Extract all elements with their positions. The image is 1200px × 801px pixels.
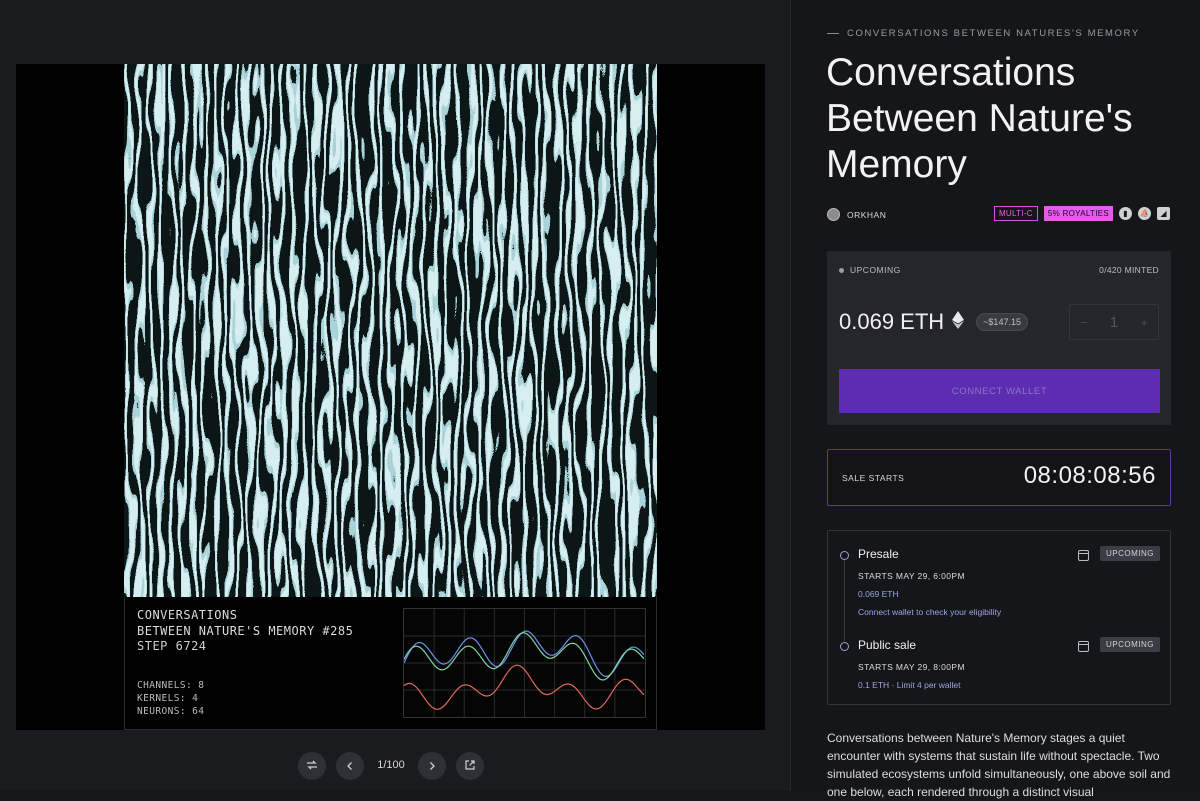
artwork-title: CONVERSATIONS BETWEEN NATURE'S MEMORY #2… [137, 607, 353, 639]
phase-start-time: STARTS MAY 29, 8:00PM [858, 662, 965, 672]
calendar-icon[interactable] [1078, 550, 1089, 561]
royalties-tag: 5% ROYALTIES [1043, 206, 1113, 221]
project-tags: MULTI-C 5% ROYALTIES ▮ ⛵ ◢ [993, 206, 1170, 221]
previous-button[interactable] [336, 752, 364, 780]
author-name: ORKHAN [847, 209, 887, 220]
title-line-1: CONVERSATIONS [137, 608, 238, 622]
channels-label: CHANNELS: 8 [137, 680, 205, 691]
phase-price: 0.1 ETH · Limit 4 per wallet [858, 680, 961, 690]
eligibility-note: Connect wallet to check your eligibility [858, 607, 1002, 617]
artwork-info-panel: CONVERSATIONS BETWEEN NATURE'S MEMORY #2… [124, 597, 657, 730]
price-row: 0.069 ETH ~$147.15 [839, 309, 1028, 335]
quantity-decrement-button[interactable]: − [1080, 315, 1088, 330]
quantity-value: 1 [1109, 313, 1119, 331]
calendar-icon[interactable] [1078, 641, 1089, 652]
minted-count: 0/420 MINTED [1099, 265, 1159, 275]
signal-plot-svg [403, 609, 645, 717]
chevron-left-icon [345, 758, 355, 774]
external-link-icon [464, 758, 476, 774]
phase-start-time: STARTS MAY 29, 6:00PM [858, 571, 965, 581]
shuffle-icon [305, 758, 319, 775]
status-dot-icon [839, 267, 844, 273]
params-list: CHANNELS: 8 KERNELS: 4 NEURONS: 64 [137, 679, 204, 718]
phase-name: Presale [858, 547, 899, 561]
ethereum-icon [952, 309, 965, 335]
labyrinth-pattern [124, 64, 657, 597]
square-logo-icon[interactable]: ◢ [1157, 207, 1170, 220]
quantity-increment-button[interactable]: + [1140, 315, 1148, 330]
viewer-controls: 1/100 [298, 752, 484, 780]
edition-counter: 1/100 [377, 759, 405, 771]
phase-circle-icon [840, 642, 849, 651]
mint-card: UPCOMING 0/420 MINTED 0.069 ETH ~$147.15… [827, 251, 1171, 425]
artwork-viewer: CONVERSATIONS BETWEEN NATURE'S MEMORY #2… [0, 0, 790, 791]
kernels-label: KERNELS: 4 [137, 693, 199, 704]
next-button[interactable] [418, 752, 446, 780]
phase-name: Public sale [858, 638, 917, 652]
artwork-image [124, 64, 657, 597]
countdown-timer: 08:08:08:56 [1023, 462, 1156, 489]
project-panel: CONVERSATIONS BETWEEN NATURES'S MEMORY C… [790, 0, 1200, 799]
multi-chain-tag: MULTI-C [993, 206, 1038, 221]
project-eyebrow: CONVERSATIONS BETWEEN NATURES'S MEMORY [827, 28, 1140, 39]
project-title: Conversations Between Nature's Memory [826, 51, 1133, 186]
project-description: Conversations between Nature's Memory st… [827, 731, 1171, 799]
mint-status: UPCOMING [839, 265, 901, 275]
phase-status-badge: UPCOMING [1100, 637, 1160, 652]
title-line-2: BETWEEN NATURE'S MEMORY #285 [137, 624, 354, 638]
chevron-right-icon [427, 758, 437, 774]
price-value: 0.069 ETH [839, 309, 945, 334]
phase-price: 0.069 ETH [858, 589, 899, 599]
status-label: UPCOMING [850, 265, 901, 275]
phase-circle-icon [840, 551, 849, 560]
avatar [827, 208, 840, 221]
chart-icon[interactable]: ▮ [1119, 207, 1132, 220]
usd-price-badge: ~$147.15 [976, 313, 1028, 331]
shuffle-button[interactable] [298, 752, 326, 780]
connect-wallet-button[interactable]: CONNECT WALLET [839, 369, 1160, 413]
sale-phases: Presale UPCOMING STARTS MAY 29, 6:00PM 0… [827, 530, 1171, 705]
quantity-stepper[interactable]: − 1 + [1069, 304, 1159, 340]
author-link[interactable]: ORKHAN [827, 208, 886, 221]
sale-countdown-card: SALE STARTS 08:08:08:56 [827, 449, 1171, 506]
phase-status-badge: UPCOMING [1100, 546, 1160, 561]
signal-plot [403, 608, 646, 718]
sale-starts-label: SALE STARTS [842, 473, 905, 483]
boat-icon[interactable]: ⛵ [1138, 207, 1151, 220]
phase-timeline-line [844, 559, 845, 641]
open-external-button[interactable] [456, 752, 484, 780]
neurons-label: NEURONS: 64 [137, 706, 205, 717]
step-label: STEP 6724 [137, 639, 207, 653]
